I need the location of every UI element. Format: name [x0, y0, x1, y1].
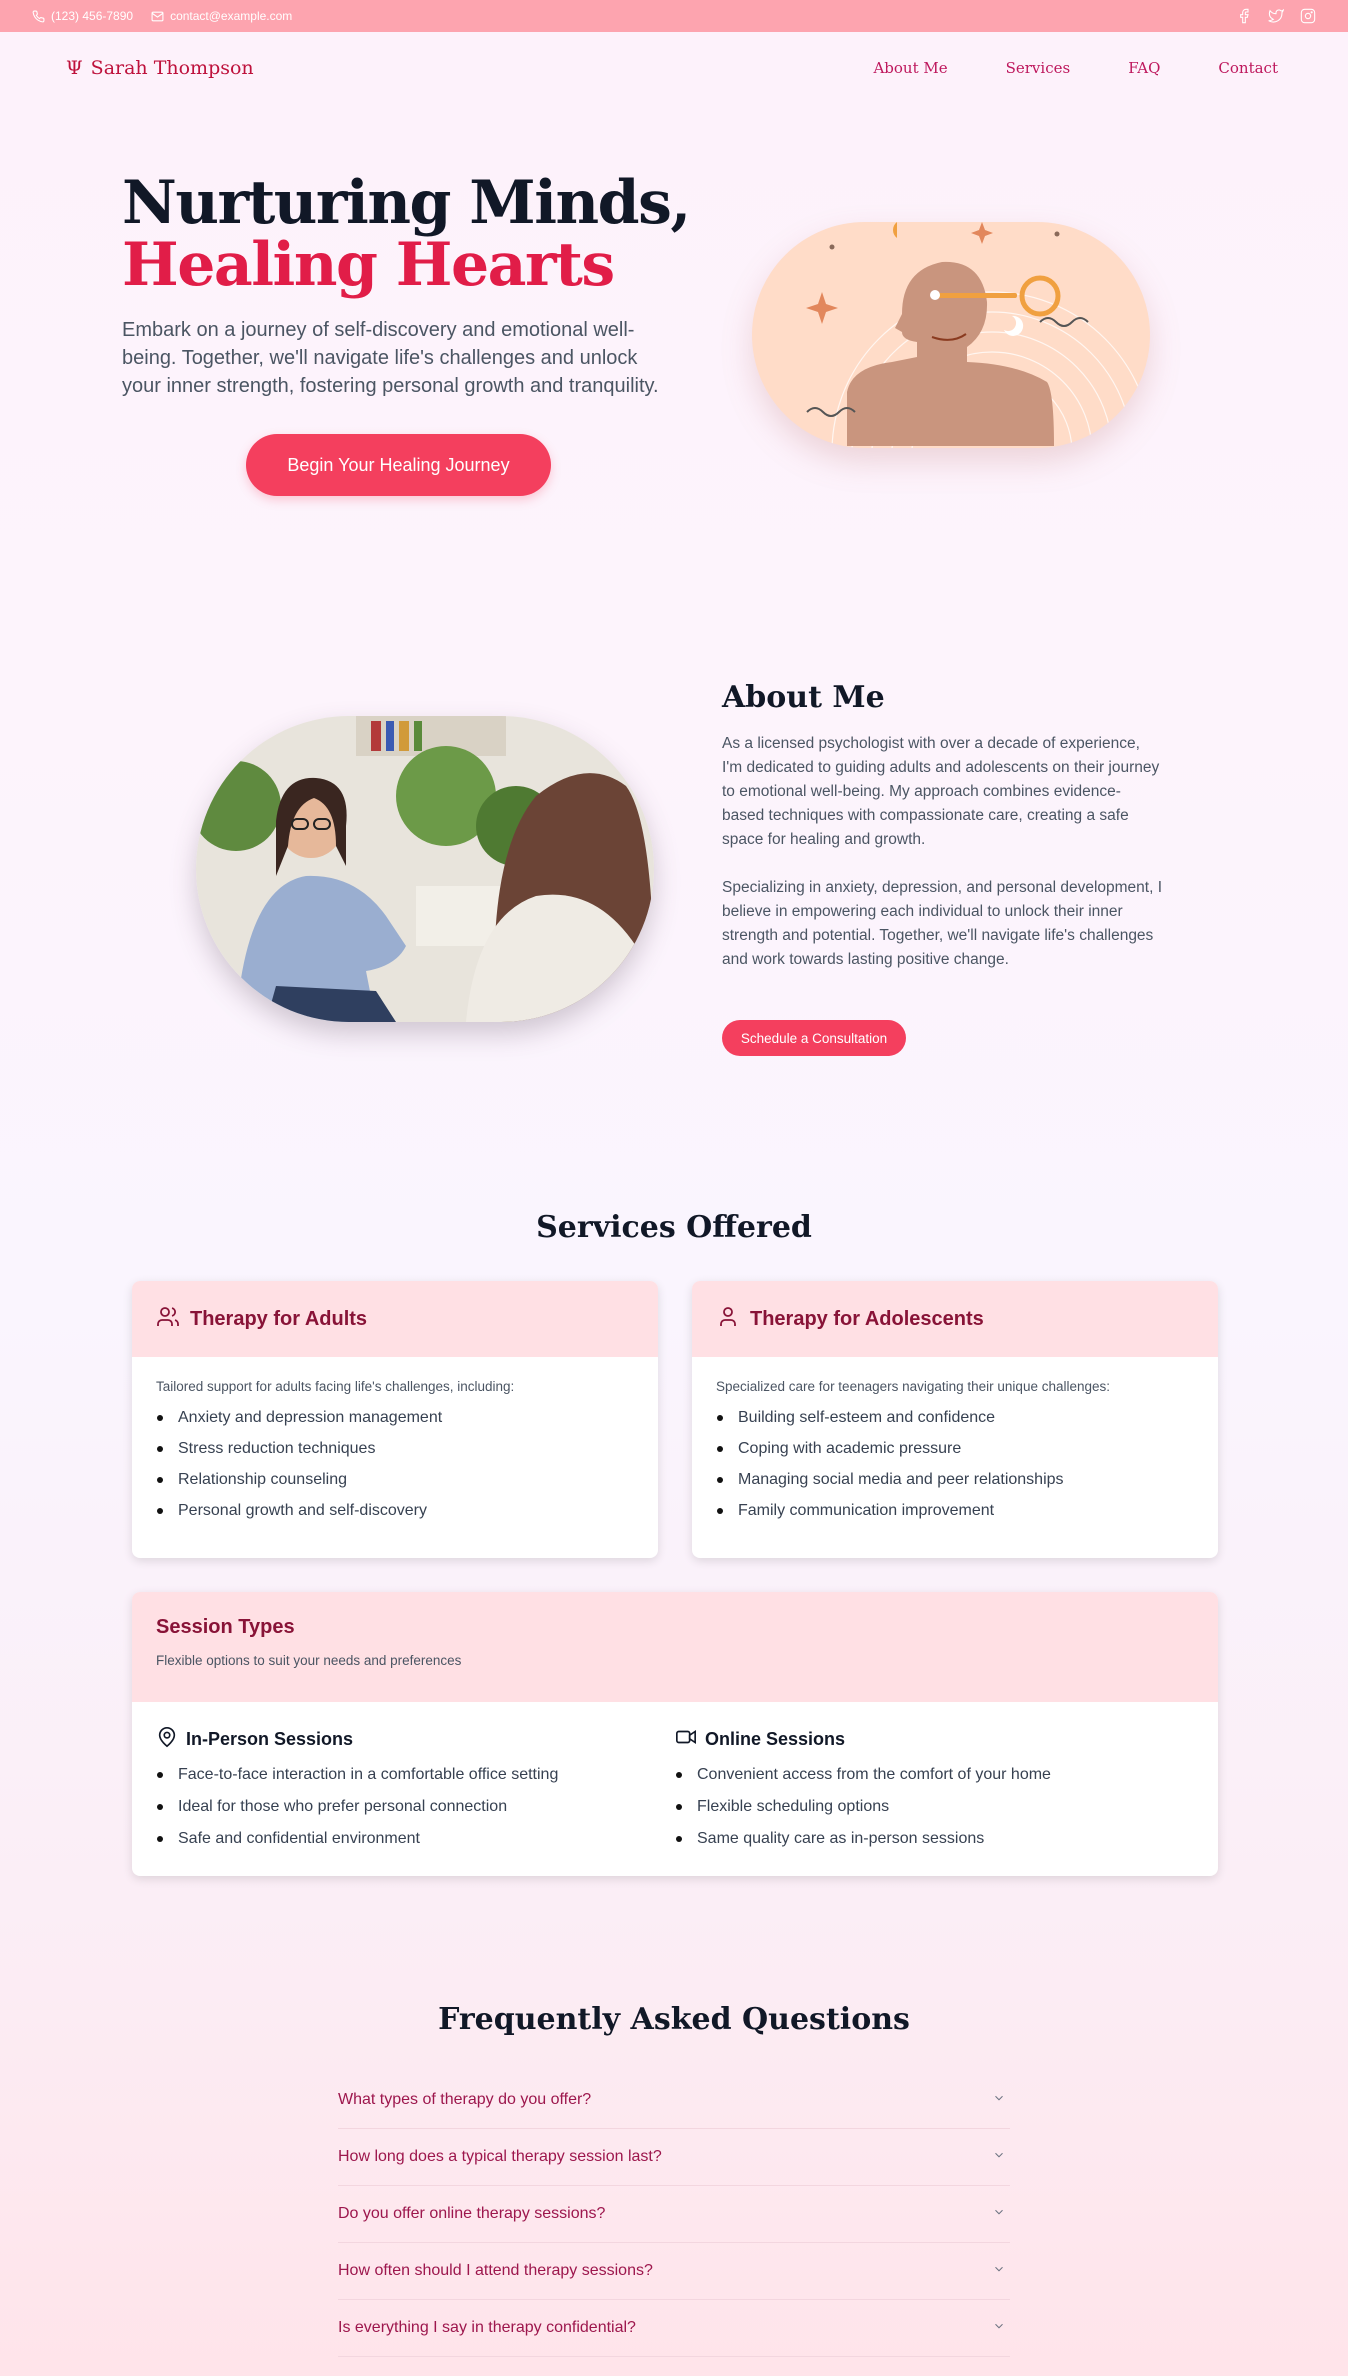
- list-item: Convenient access from the comfort of yo…: [675, 1763, 1194, 1795]
- map-pin-icon: [156, 1726, 178, 1753]
- psi-icon: Ψ: [66, 57, 83, 79]
- adolescent-therapy-card: Therapy for Adolescents Specialized care…: [692, 1281, 1218, 1558]
- online-list: Convenient access from the comfort of yo…: [675, 1763, 1194, 1859]
- faq-list: What types of therapy do you offer? How …: [338, 2072, 1010, 2357]
- list-item: Anxiety and depression management: [156, 1406, 634, 1437]
- list-item: Same quality care as in-person sessions: [675, 1827, 1194, 1859]
- online-title-text: Online Sessions: [705, 1729, 846, 1749]
- in-person-title: In-Person Sessions: [156, 1726, 675, 1753]
- adult-therapy-body: Tailored support for adults facing life'…: [132, 1357, 658, 1552]
- online-title: Online Sessions: [675, 1726, 1194, 1753]
- phone-contact[interactable]: (123) 456-7890: [32, 9, 133, 23]
- session-types-title: Session Types: [156, 1616, 295, 1638]
- faq-item[interactable]: Do you offer online therapy sessions?: [338, 2186, 1010, 2243]
- faq-question: How long does a typical therapy session …: [338, 2148, 662, 2165]
- hero-description: Embark on a journey of self-discovery an…: [122, 319, 659, 397]
- chevron-down-icon: [992, 2091, 1006, 2110]
- in-person-title-text: In-Person Sessions: [186, 1729, 354, 1749]
- faq-item[interactable]: What types of therapy do you offer?: [338, 2072, 1010, 2129]
- hero-title-line1: Nurturing Minds,: [122, 168, 691, 238]
- adult-therapy-header: Therapy for Adults: [132, 1281, 658, 1357]
- session-types-card: Session Types Flexible options to suit y…: [132, 1592, 1218, 1876]
- faq-question: Do you offer online therapy sessions?: [338, 2205, 606, 2222]
- faq-question: Is everything I say in therapy confident…: [338, 2319, 636, 2336]
- video-camera-icon: [675, 1726, 697, 1753]
- adult-therapy-description: Tailored support for adults facing life'…: [156, 1379, 515, 1394]
- faq-item[interactable]: How long does a typical therapy session …: [338, 2129, 1010, 2186]
- faq-item[interactable]: How often should I attend therapy sessio…: [338, 2243, 1010, 2300]
- nav-link-faq[interactable]: FAQ: [1128, 59, 1160, 77]
- about-photo: [196, 716, 654, 1022]
- online-sessions: Online Sessions Convenient access from t…: [675, 1726, 1194, 1859]
- faq-title: Frequently Asked Questions: [438, 2002, 910, 2037]
- user-icon: [716, 1305, 740, 1334]
- session-types-header: Session Types Flexible options to suit y…: [132, 1592, 1218, 1702]
- list-item: Face-to-face interaction in a comfortabl…: [156, 1763, 675, 1795]
- begin-journey-button[interactable]: Begin Your Healing Journey: [246, 434, 551, 496]
- adult-therapy-list: Anxiety and depression management Stress…: [156, 1406, 634, 1530]
- nav-link-contact[interactable]: Contact: [1218, 59, 1278, 77]
- twitter-icon[interactable]: [1268, 8, 1284, 24]
- users-icon: [156, 1305, 180, 1334]
- brand-logo[interactable]: Ψ Sarah Thompson: [66, 57, 254, 79]
- list-item: Family communication improvement: [716, 1499, 1194, 1530]
- faq-question: How often should I attend therapy sessio…: [338, 2262, 653, 2279]
- main-navigation: Ψ Sarah Thompson About Me Services FAQ C…: [0, 32, 1348, 104]
- schedule-consultation-button[interactable]: Schedule a Consultation: [722, 1020, 906, 1056]
- list-item: Flexible scheduling options: [675, 1795, 1194, 1827]
- list-item: Building self-esteem and confidence: [716, 1406, 1194, 1437]
- contact-info: (123) 456-7890 contact@example.com: [32, 9, 292, 23]
- nav-link-services[interactable]: Services: [1006, 59, 1071, 77]
- adolescent-therapy-list: Building self-esteem and confidence Copi…: [716, 1406, 1194, 1530]
- nav-link-about[interactable]: About Me: [873, 59, 947, 77]
- list-item: Coping with academic pressure: [716, 1437, 1194, 1468]
- brand-name: Sarah Thompson: [90, 57, 254, 79]
- hero-title-line2: Healing Hearts: [122, 230, 615, 300]
- chevron-down-icon: [992, 2205, 1006, 2224]
- chevron-down-icon: [992, 2319, 1006, 2338]
- hero-title: Nurturing Minds, Healing Hearts: [122, 172, 691, 300]
- email-contact[interactable]: contact@example.com: [151, 9, 292, 23]
- facebook-icon[interactable]: [1236, 8, 1252, 24]
- phone-number: (123) 456-7890: [51, 9, 134, 23]
- instagram-icon[interactable]: [1300, 8, 1316, 24]
- email-address: contact@example.com: [170, 9, 293, 23]
- list-item: Managing social media and peer relations…: [716, 1468, 1194, 1499]
- list-item: Safe and confidential environment: [156, 1827, 675, 1859]
- session-types-columns: In-Person Sessions Face-to-face interact…: [132, 1702, 1218, 1859]
- adult-therapy-card: Therapy for Adults Tailored support for …: [132, 1281, 658, 1558]
- adult-therapy-title: Therapy for Adults: [190, 1307, 368, 1330]
- chevron-down-icon: [992, 2148, 1006, 2167]
- chevron-down-icon: [992, 2262, 1006, 2281]
- adolescent-therapy-title: Therapy for Adolescents: [750, 1307, 984, 1330]
- about-paragraph-1: As a licensed psychologist with over a d…: [722, 735, 1160, 848]
- session-types-description: Flexible options to suit your needs and …: [156, 1653, 462, 1668]
- phone-icon: [32, 10, 45, 23]
- nav-links: About Me Services FAQ Contact: [873, 59, 1278, 77]
- services-title: Services Offered: [536, 1210, 812, 1245]
- list-item: Personal growth and self-discovery: [156, 1499, 634, 1530]
- faq-item[interactable]: Is everything I say in therapy confident…: [338, 2300, 1010, 2357]
- list-item: Relationship counseling: [156, 1468, 634, 1499]
- about-paragraph-2: Specializing in anxiety, depression, and…: [722, 879, 1163, 968]
- hero-illustration: [752, 222, 1150, 448]
- about-title: About Me: [722, 680, 885, 715]
- in-person-sessions: In-Person Sessions Face-to-face interact…: [156, 1726, 675, 1859]
- in-person-list: Face-to-face interaction in a comfortabl…: [156, 1763, 675, 1859]
- adolescent-therapy-description: Specialized care for teenagers navigatin…: [716, 1379, 1111, 1394]
- adolescent-therapy-header: Therapy for Adolescents: [692, 1281, 1218, 1357]
- list-item: Ideal for those who prefer personal conn…: [156, 1795, 675, 1827]
- adolescent-therapy-body: Specialized care for teenagers navigatin…: [692, 1357, 1218, 1552]
- mail-icon: [151, 10, 164, 23]
- social-links: [1236, 8, 1316, 24]
- faq-question: What types of therapy do you offer?: [338, 2091, 592, 2108]
- top-contact-bar: (123) 456-7890 contact@example.com: [0, 0, 1348, 32]
- list-item: Stress reduction techniques: [156, 1437, 634, 1468]
